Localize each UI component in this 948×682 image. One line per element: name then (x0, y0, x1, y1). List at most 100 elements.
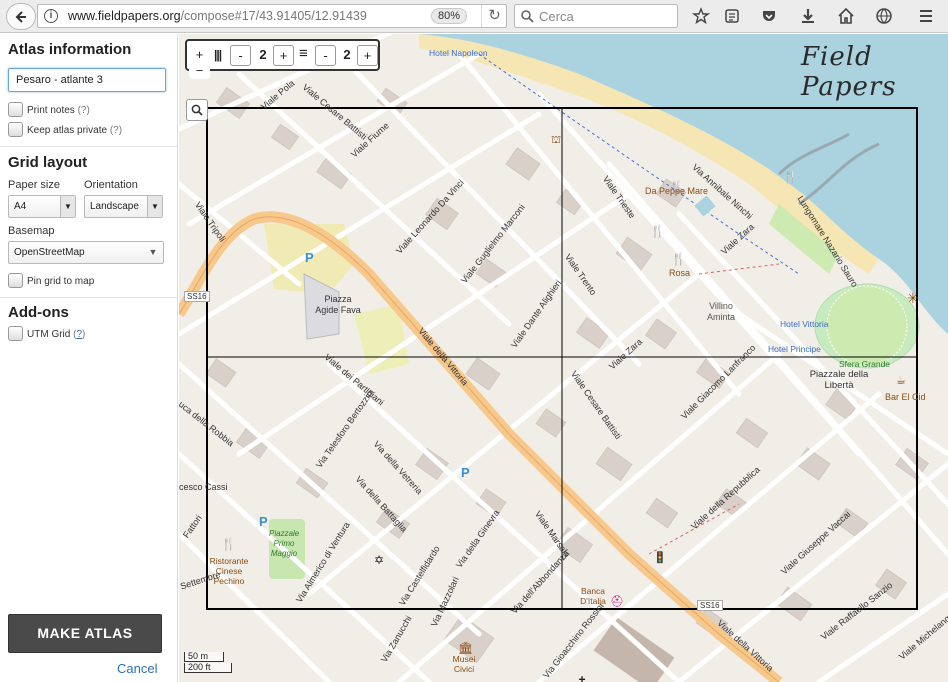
menu-icon[interactable] (913, 4, 939, 28)
search-icon (191, 104, 203, 116)
orientation-value: Landscape (90, 201, 139, 212)
print-notes-text: Print notes (27, 105, 75, 116)
browser-search-input[interactable]: Cerca (514, 4, 678, 28)
map-search-button[interactable] (186, 99, 208, 121)
traffic-signal-icon: 🚦 (653, 552, 667, 564)
print-notes-help[interactable]: (?) (78, 105, 90, 116)
reload-icon[interactable]: ↻ (481, 5, 507, 27)
paper-size-select[interactable]: A4 ▼ (8, 195, 76, 218)
map-label-piazzale-liberta: Piazzale della Libertà (809, 369, 869, 391)
zoom-out-button[interactable]: − (189, 64, 210, 79)
section-divider (0, 146, 178, 147)
pharmacy-icon: ⛑ (610, 596, 624, 608)
restaurant-icon: 🍴 (650, 224, 665, 238)
orientation-label: Orientation (84, 179, 138, 191)
map-label-hotel-napoleon: Hotel Napoleon (429, 48, 488, 58)
chevron-down-icon: ▼ (147, 196, 162, 217)
home-icon[interactable] (833, 4, 859, 28)
print-notes-checkbox[interactable] (8, 102, 23, 117)
field-papers-logo: Field Papers (801, 42, 897, 102)
keep-private-label: Keep atlas private (?) (27, 125, 122, 136)
columns-decrease-button[interactable]: - (230, 45, 251, 66)
townhall-icon: 🏛 (458, 641, 474, 655)
url-host: www.fieldpapers.org (68, 9, 181, 23)
info-icon[interactable]: i (44, 9, 58, 23)
map-label-villino-aminta: Villino Aminta (706, 301, 735, 322)
back-button[interactable] (6, 3, 36, 30)
scale-metric: 50 m (184, 652, 224, 662)
columns-value: 2 (259, 47, 267, 62)
zoom-level-badge[interactable]: 80% (431, 8, 467, 24)
browser-search-placeholder: Cerca (539, 9, 574, 24)
addons-title: Add-ons (8, 304, 69, 321)
map-label-banca-ditalia: Banca D'Italia (580, 586, 606, 606)
church-icon: ✝ (577, 674, 588, 682)
parking-icon: P (259, 514, 268, 529)
synagogue-icon: ✡ (374, 553, 385, 567)
map-label-hotel-vittoria: Hotel Vittoria (780, 319, 829, 329)
cancel-link[interactable]: Cancel (117, 661, 157, 676)
rows-icon: ≡ (299, 45, 308, 62)
basemap-value: OpenStreetMap (14, 247, 85, 258)
pin-grid-checkbox[interactable] (8, 273, 23, 288)
print-notes-label: Print notes (?) (27, 105, 90, 116)
basemap-select[interactable]: OpenStreetMap ▼ (8, 241, 164, 264)
bookmark-star-icon[interactable] (688, 4, 714, 28)
scale-imperial: 200 ft (184, 663, 232, 673)
atlas-info-title: Atlas information (8, 41, 132, 58)
cafe-icon: ☕ (896, 375, 906, 387)
scale-bar: 50 m 200 ft (184, 652, 232, 673)
keep-private-text: Keep atlas private (27, 125, 108, 136)
restaurant-icon: 🍴 (221, 537, 236, 551)
make-atlas-button[interactable]: MAKE ATLAS (8, 614, 162, 653)
map-label-ss16-left: SS16 (184, 291, 210, 302)
viewpoint-icon: ✳ (907, 290, 919, 306)
browser-toolbar: i www.fieldpapers.org/compose#17/43.9140… (0, 0, 948, 33)
orientation-select[interactable]: Landscape ▼ (84, 195, 163, 218)
map-label-bar-el-cid: Bar El Cid (885, 392, 926, 402)
atlas-title-input[interactable]: Pesaro - atlante 3 (8, 68, 166, 92)
map-label-hotel-principe: Hotel Principe (768, 344, 821, 354)
columns-icon: ||| (214, 48, 222, 62)
restaurant-icon: 🍴 (783, 170, 798, 184)
url-path: /compose#17/43.91405/12.91439 (180, 9, 367, 23)
parking-icon: P (461, 465, 470, 480)
section-divider (0, 297, 178, 298)
back-arrow-icon (15, 10, 26, 23)
map-label-piazzale-primo-maggio: Piazzale Primo Maggio (269, 529, 300, 558)
downloads-icon[interactable] (795, 4, 821, 28)
utm-grid-label: UTM Grid (?) (27, 329, 86, 340)
map-basemap (179, 34, 948, 682)
keep-private-help[interactable]: (?) (110, 125, 122, 136)
globe-icon[interactable] (871, 4, 897, 28)
map-label-sfera-grande: Sfera Grande (839, 359, 891, 369)
map-label-piazza-agide-fava: Piazza Agide Fava (315, 294, 361, 315)
rows-value: 2 (343, 47, 351, 62)
map-canvas[interactable]: ⛫ 🍴 🍴 🍴 🍴 🍴 ☕ ✡ ✳ ⛑ 🚦 🏛 ✝ P P P Hotel Na… (179, 34, 948, 682)
keep-private-checkbox[interactable] (8, 122, 23, 137)
rows-decrease-button[interactable]: - (315, 45, 336, 66)
basemap-label: Basemap (8, 225, 55, 237)
paper-size-label: Paper size (8, 179, 60, 191)
museum-icon: ⛫ (551, 134, 562, 146)
compose-sidebar: Atlas information Pesaro - atlante 3 Pri… (0, 34, 178, 682)
reading-list-icon[interactable] (719, 4, 745, 28)
grid-layout-title: Grid layout (8, 154, 88, 171)
search-icon (521, 10, 534, 23)
chevron-down-icon: ▼ (148, 247, 158, 257)
map-label-rosa: Rosa (669, 268, 691, 278)
url-bar[interactable]: i www.fieldpapers.org/compose#17/43.9140… (37, 4, 507, 28)
map-label-cesco-cassi: cesco Cassi (179, 482, 228, 492)
pin-grid-label: Pin grid to map (27, 276, 95, 287)
url-text: www.fieldpapers.org/compose#17/43.91405/… (68, 9, 367, 23)
utm-grid-text: UTM Grid (27, 329, 71, 340)
parking-icon: P (305, 250, 314, 265)
pocket-icon[interactable] (756, 4, 782, 28)
rows-increase-button[interactable]: + (357, 45, 378, 66)
utm-grid-checkbox[interactable] (8, 326, 23, 341)
chevron-down-icon: ▼ (60, 196, 75, 217)
columns-increase-button[interactable]: + (273, 45, 294, 66)
map-label-ss16-bottom: SS16 (697, 600, 723, 611)
map-label-da-peppe-mare: Da Peppe Mare (645, 186, 709, 196)
grid-controls: + − ||| - 2 + ≡ - 2 + (185, 39, 380, 79)
